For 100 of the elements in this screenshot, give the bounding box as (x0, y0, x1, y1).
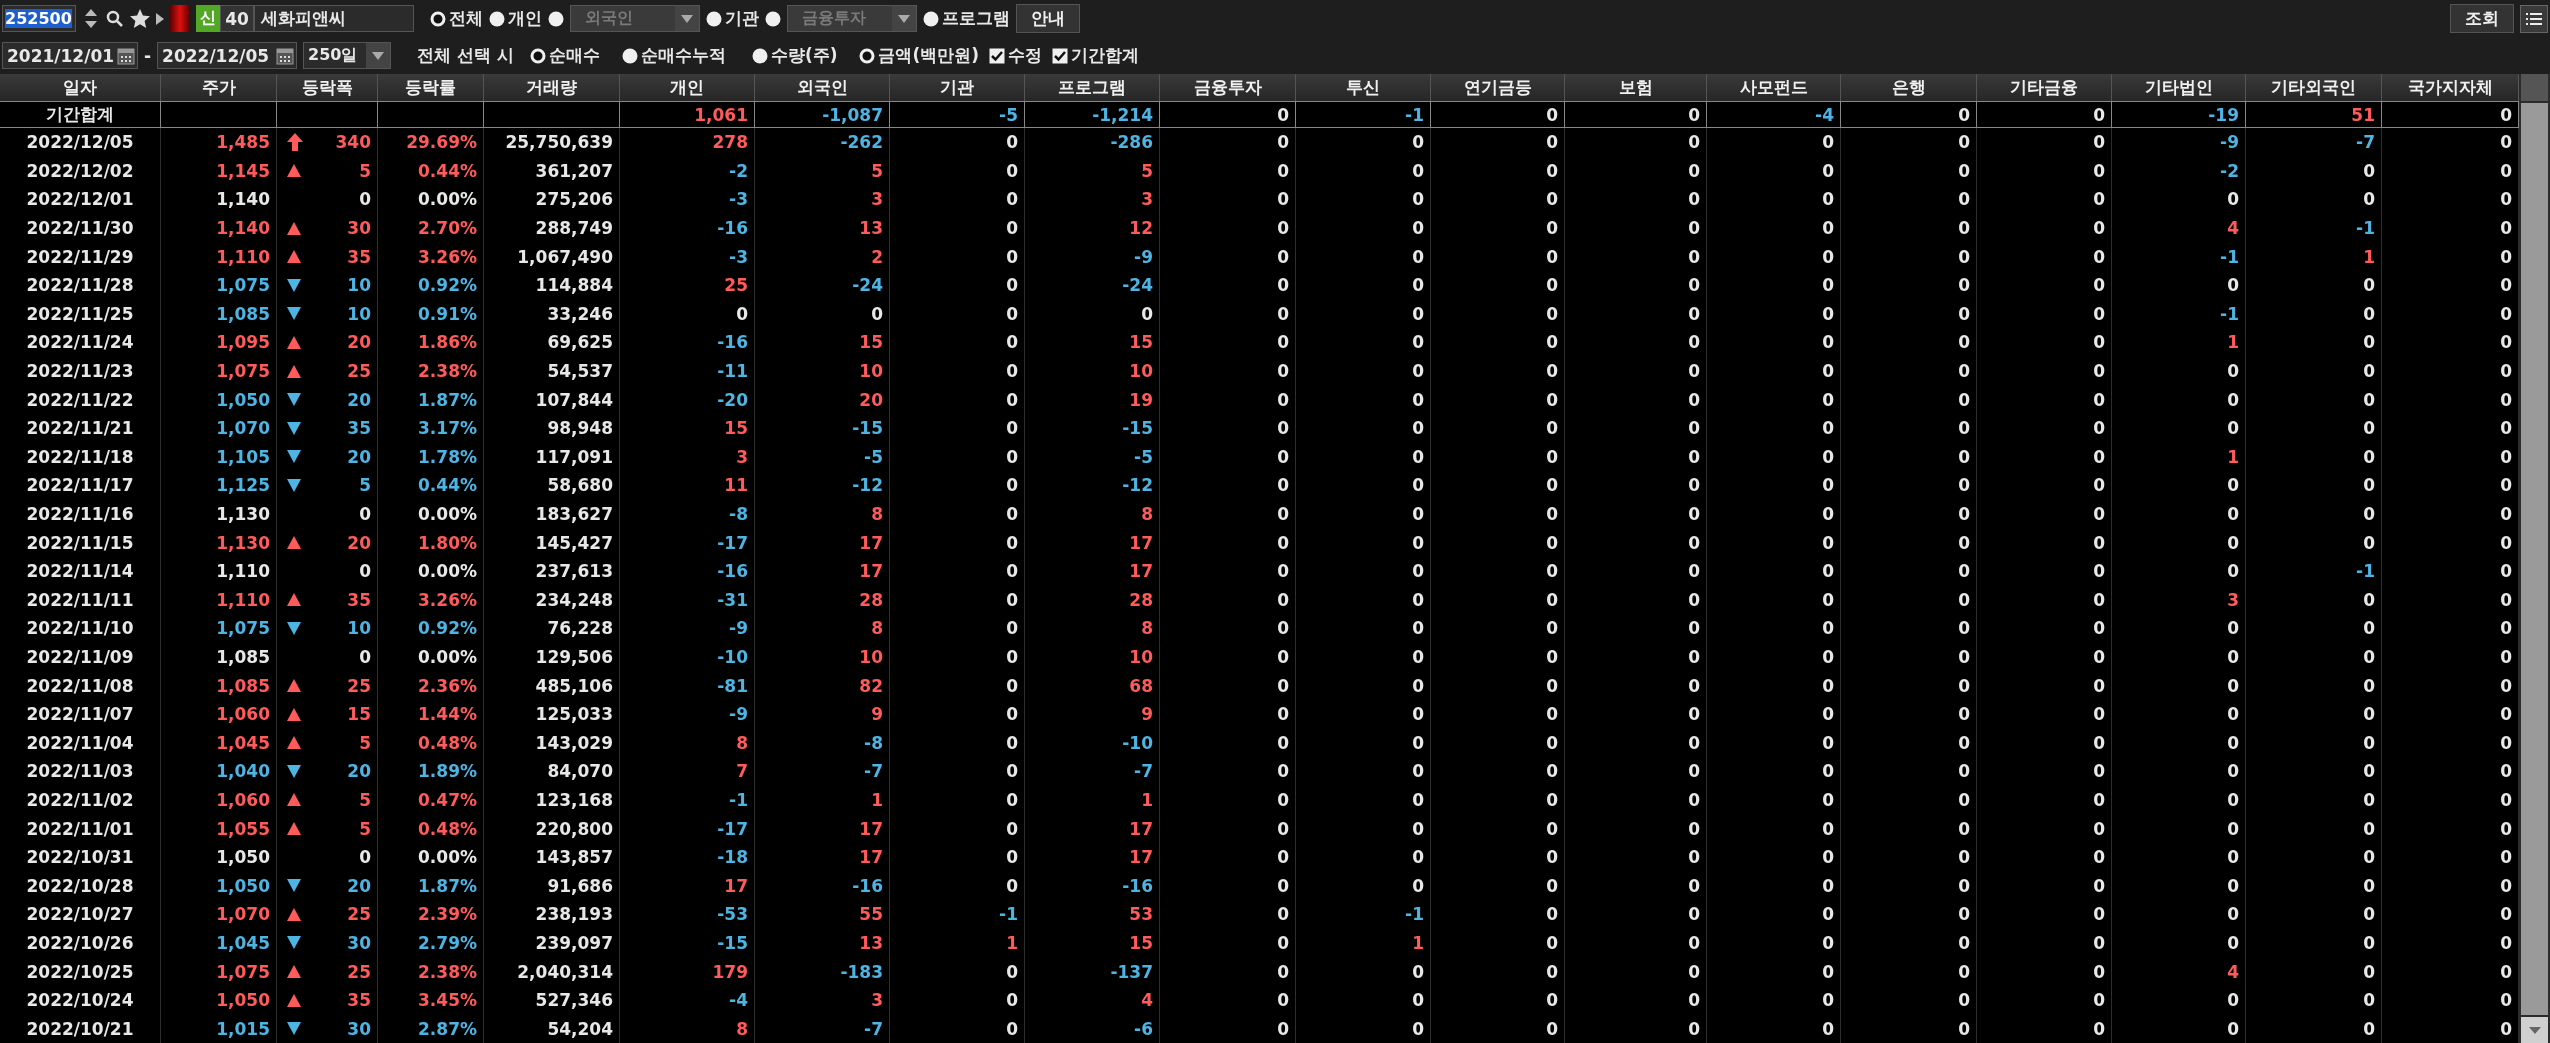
column-header[interactable]: 연기금등 (1431, 74, 1565, 101)
radio-option[interactable]: 순매수 (529, 44, 600, 67)
column-header[interactable]: 개인 (620, 74, 755, 101)
table-cell: 0 (1822, 732, 1834, 753)
table-cell: 0 (2227, 647, 2239, 667)
radio-option[interactable]: 전체 (430, 7, 483, 30)
table-cell: 3.45% (418, 990, 477, 1011)
table-cell: 107,844 (535, 389, 613, 410)
column-header[interactable]: 프로그램 (1025, 74, 1160, 101)
column-header[interactable]: 외국인 (755, 74, 890, 101)
table-cell: 1,070 (216, 418, 270, 439)
table-cell: 0 (1006, 1018, 1018, 1039)
radio-option[interactable]: 프로그램 (923, 7, 1010, 30)
table-cell: 2.38% (418, 961, 477, 982)
column-header[interactable]: 주가 (161, 74, 277, 101)
table-cell: 1 (1412, 932, 1424, 953)
table-cell: 0 (1412, 618, 1424, 639)
table-cell: 55 (859, 904, 883, 925)
listing-badge: 신 (196, 5, 220, 32)
table-cell: 0 (2227, 932, 2239, 953)
table-cell: 0 (2093, 961, 2105, 982)
checkbox-option[interactable]: 수정 (989, 44, 1042, 67)
table-cell: 0 (1958, 761, 1970, 782)
table-cell: 0 (2093, 647, 2105, 667)
table-cell: 0 (1822, 418, 1834, 439)
column-header[interactable]: 보험 (1565, 74, 1707, 101)
column-header[interactable]: 등락폭 (277, 74, 378, 101)
calendar-icon[interactable] (117, 46, 135, 65)
table-cell: 0 (2500, 932, 2512, 953)
column-header[interactable]: 기관 (890, 74, 1025, 101)
table-cell: 1.44% (418, 704, 477, 725)
scrollbar-thumb[interactable] (2521, 103, 2548, 1015)
table-cell: 0 (1277, 704, 1289, 725)
table-cell: 25 (347, 361, 371, 382)
column-header[interactable]: 등락률 (378, 74, 484, 101)
table-cell: 33,246 (547, 303, 613, 324)
column-header[interactable]: 기타금융 (1977, 74, 2112, 101)
table-cell: 0 (1277, 961, 1289, 982)
checkbox-option[interactable]: 기간합계 (1052, 44, 1139, 67)
date-field[interactable]: 2022/12/05 (157, 42, 298, 69)
table-cell: 0 (2093, 532, 2105, 553)
column-header[interactable]: 기타외국인 (2246, 74, 2382, 101)
table-cell: 0 (1006, 818, 1018, 839)
table-cell: 0 (1688, 990, 1700, 1011)
column-header[interactable]: 은행 (1841, 74, 1977, 101)
table-cell: 1,055 (216, 818, 270, 839)
table-cell: 117,091 (535, 446, 613, 467)
stock-code-field[interactable]: 252500 (2, 5, 76, 32)
table-cell: 8 (1141, 618, 1153, 639)
radio-option[interactable]: 금액(백만원) (859, 44, 979, 67)
table-cell: 0 (2363, 1018, 2375, 1039)
search-icon[interactable] (106, 9, 124, 28)
table-cell: 0 (1277, 389, 1289, 410)
column-header[interactable]: 국가지자체 (2382, 74, 2519, 101)
star-icon[interactable] (130, 9, 150, 28)
table-cell: 220,800 (535, 818, 613, 839)
table-cell: -12 (852, 475, 883, 496)
table-cell: 0 (1958, 847, 1970, 868)
column-header[interactable]: 투신 (1296, 74, 1431, 101)
table-cell: 17 (859, 532, 883, 553)
column-header[interactable]: 금융투자 (1160, 74, 1296, 101)
column-header[interactable]: 일자 (0, 74, 161, 101)
table-cell: 0 (2500, 675, 2512, 696)
guide-button[interactable]: 안내 (1016, 4, 1080, 33)
radio-option[interactable]: 순매수누적 (621, 44, 726, 67)
table-cell: 1,075 (216, 361, 270, 382)
stock-name-field[interactable]: 세화피앤씨 (254, 5, 414, 32)
calendar-icon[interactable] (276, 46, 295, 65)
play-arrow-icon[interactable] (156, 12, 164, 25)
table-cell: -16 (717, 218, 748, 239)
table-cell: 0 (1822, 789, 1834, 810)
radio-option[interactable]: 개인 (489, 7, 542, 30)
table-cell: 4 (2227, 961, 2239, 982)
table-cell: 0 (1006, 704, 1018, 725)
table-cell: 0 (1822, 218, 1834, 239)
table-cell: 0 (1277, 218, 1289, 239)
menu-icon[interactable] (2520, 4, 2548, 33)
table-cell: 0 (2500, 732, 2512, 753)
table-cell: 0 (2500, 160, 2512, 181)
table-cell: 0 (2363, 303, 2375, 324)
radio-option[interactable]: 기관 (706, 7, 759, 30)
column-header[interactable]: 사모펀드 (1707, 74, 1841, 101)
table-cell: 0 (2500, 132, 2512, 153)
column-header[interactable]: 거래량 (484, 74, 620, 101)
table-cell: 0 (1688, 475, 1700, 496)
column-header[interactable]: 기타법인 (2112, 74, 2246, 101)
scroll-down-button[interactable] (2521, 1017, 2548, 1043)
table-cell: 0 (2093, 475, 2105, 496)
table-cell: -5 (1134, 446, 1153, 467)
table-cell: -8 (864, 732, 883, 753)
table-cell: 0 (1412, 160, 1424, 181)
table-cell: 0 (1006, 504, 1018, 524)
radio-option[interactable]: 수량(주) (751, 44, 838, 67)
date-field[interactable]: 2021/12/01 (2, 42, 138, 69)
table-cell: 17 (859, 561, 883, 582)
period-dropdown[interactable]: 250일 (303, 42, 392, 69)
table-cell: 238,193 (535, 904, 613, 925)
table-cell: 0 (1822, 532, 1834, 553)
table-cell: 0 (2500, 990, 2512, 1011)
search-button[interactable]: 조회 (2450, 4, 2514, 33)
